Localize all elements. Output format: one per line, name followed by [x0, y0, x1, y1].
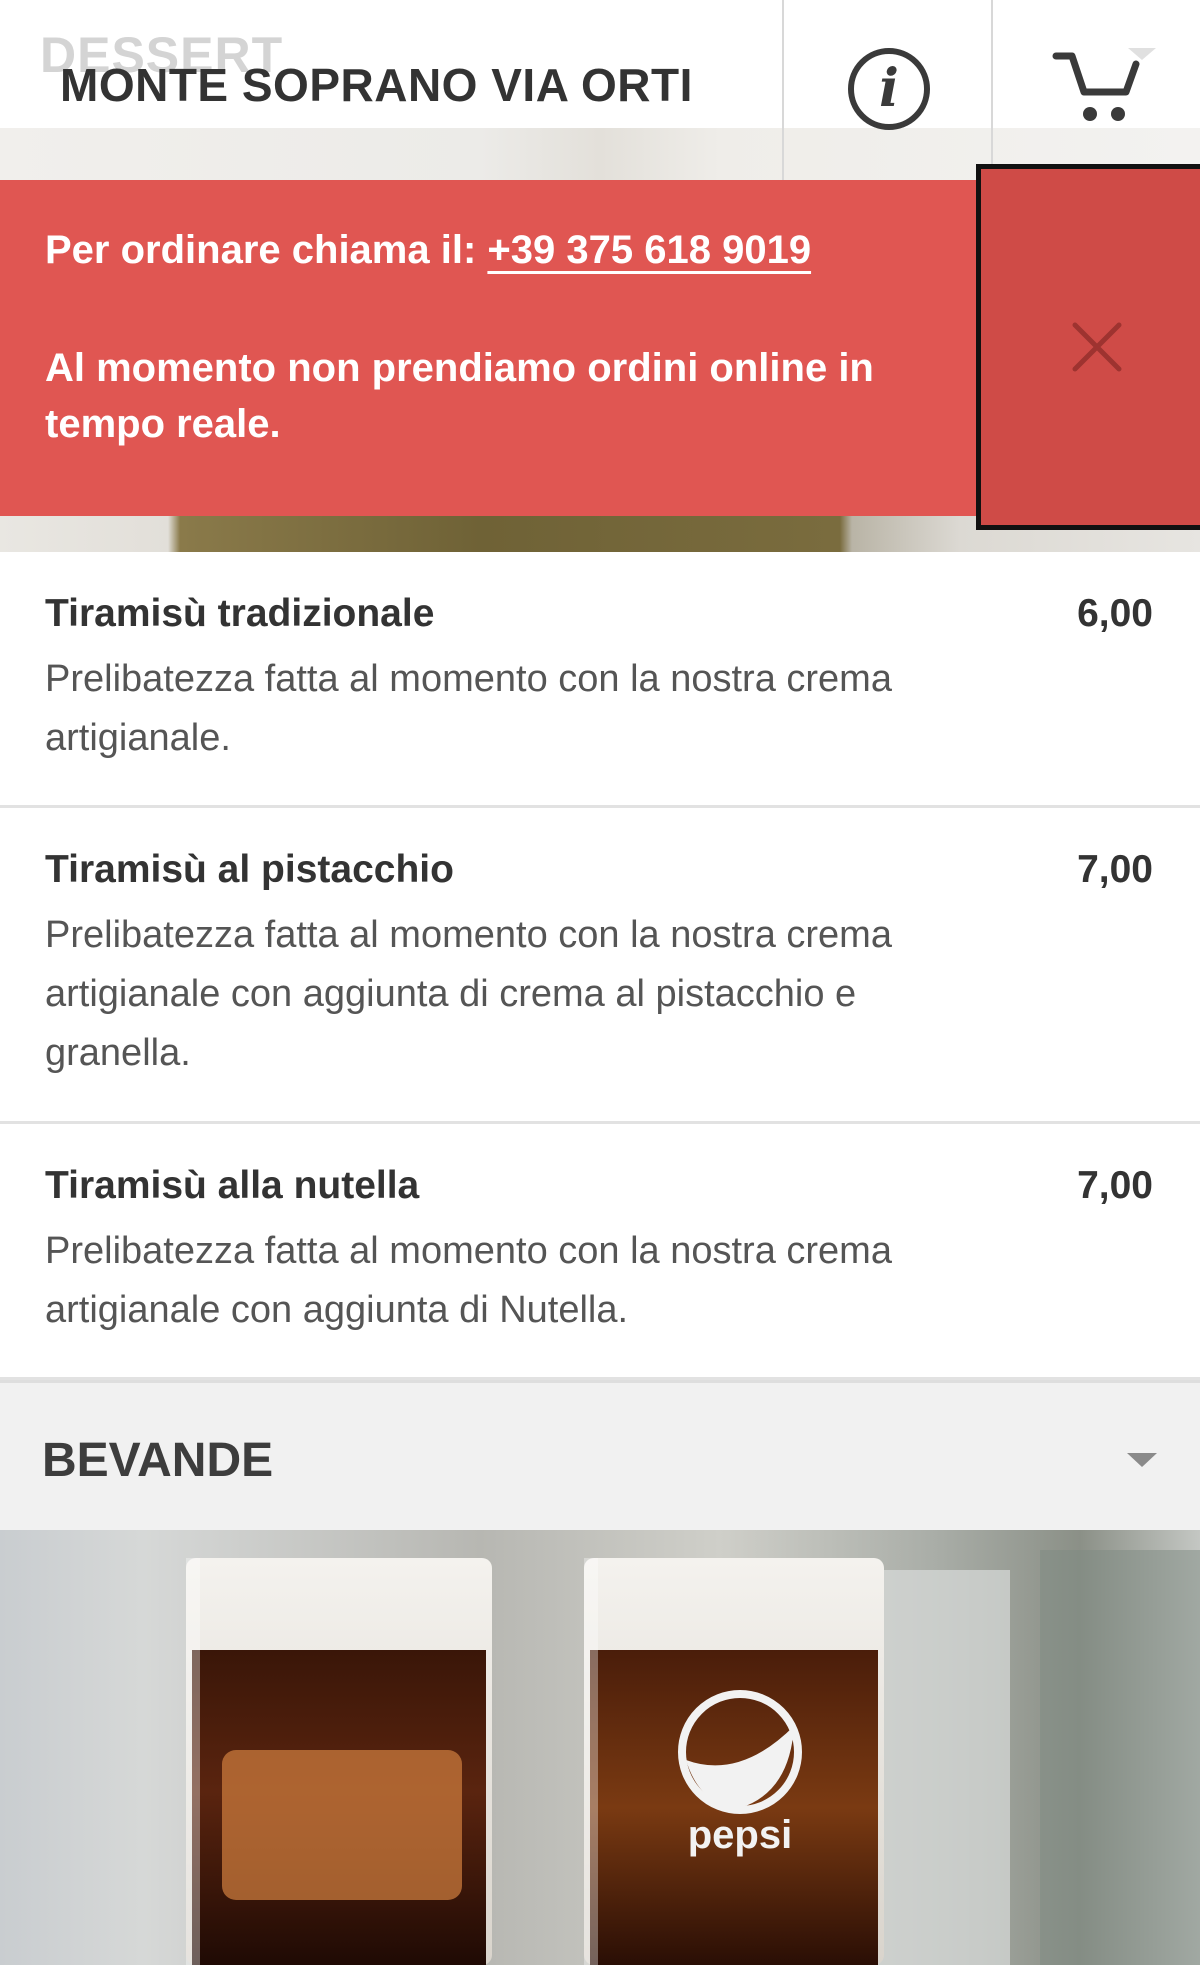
chevron-down-icon	[1127, 1453, 1157, 1467]
topbar-divider	[991, 0, 993, 180]
menu-item[interactable]: Tiramisù tradizionale 6,00 Prelibatezza …	[0, 552, 1200, 808]
pepsi-logo-text: pepsi	[688, 1813, 792, 1857]
item-price: 6,00	[1077, 592, 1153, 635]
item-description: Prelibatezza fatta al momento con la nos…	[45, 1230, 892, 1331]
order-prompt-text: Per ordinare chiama il:	[45, 228, 477, 272]
item-description: Prelibatezza fatta al momento con la nos…	[45, 658, 892, 759]
menu-item-list: Tiramisù tradizionale 6,00 Prelibatezza …	[0, 552, 1200, 1380]
cart-icon	[1052, 52, 1140, 121]
alert-message: Al momento non prendiamo ordini online i…	[45, 346, 874, 446]
item-name: Tiramisù alla nutella	[45, 1164, 420, 1207]
restaurant-title: MONTE SOPRANO VIA ORTI	[60, 59, 693, 111]
item-price: 7,00	[1077, 848, 1153, 891]
bevande-category-photo: pepsi	[0, 1530, 1200, 1965]
top-bar: DESSERT MONTE SOPRANO VIA ORTI i	[0, 0, 1200, 180]
item-price: 7,00	[1077, 1164, 1153, 1207]
category-title: BEVANDE	[42, 1434, 274, 1487]
info-button[interactable]: i	[848, 48, 930, 130]
cart-button[interactable]	[1052, 48, 1142, 128]
close-icon	[1072, 322, 1122, 372]
topbar-divider	[782, 0, 784, 180]
order-phone-line: Per ordinare chiama il: +39 375 618 9019	[45, 228, 811, 273]
drinks-photo-illustration: pepsi	[186, 1550, 1200, 1965]
item-name: Tiramisù tradizionale	[45, 592, 435, 635]
phone-link[interactable]: +39 375 618 9019	[487, 228, 811, 272]
item-description: Prelibatezza fatta al momento con la nos…	[45, 914, 892, 1074]
alert-close-button[interactable]	[976, 164, 1200, 530]
item-name: Tiramisù al pistacchio	[45, 848, 454, 891]
info-icon: i	[879, 58, 899, 119]
category-header-bevande[interactable]: BEVANDE	[0, 1380, 1200, 1530]
menu-item[interactable]: Tiramisù al pistacchio 7,00 Prelibatezza…	[0, 808, 1200, 1124]
menu-item[interactable]: Tiramisù alla nutella 7,00 Prelibatezza …	[0, 1124, 1200, 1380]
